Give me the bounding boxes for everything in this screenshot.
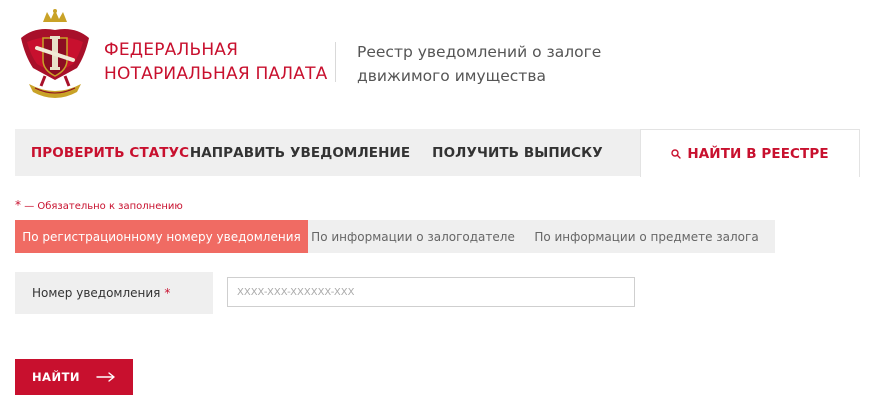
required-fields-note: * — Обязательно к заполнению: [15, 198, 183, 212]
search-mode-tabs: По регистрационному номеру уведомления П…: [15, 220, 775, 253]
subtab-by-pledgor[interactable]: По информации о залогодателе: [308, 220, 518, 253]
registry-title-line2: движимого имущества: [357, 67, 546, 85]
registry-title: Реестр уведомлений о залоге движимого им…: [357, 40, 601, 88]
notification-number-input[interactable]: [227, 277, 635, 307]
registry-title-line1: Реестр уведомлений о залоге: [357, 43, 602, 61]
org-name-line2: НОТАРИАЛЬНАЯ ПАЛАТА: [104, 64, 328, 84]
org-name-line1: ФЕДЕРАЛЬНАЯ: [104, 40, 239, 60]
main-tabs: ПРОВЕРИТЬ СТАТУС НАПРАВИТЬ УВЕДОМЛЕНИЕ П…: [15, 129, 860, 177]
required-star: *: [15, 198, 21, 212]
find-button[interactable]: НАЙТИ: [15, 359, 133, 395]
search-icon: [671, 148, 682, 159]
tab-send-notification[interactable]: НАПРАВИТЬ УВЕДОМЛЕНИЕ: [190, 129, 410, 176]
tab-find-in-registry-label: НАЙТИ В РЕЕСТРЕ: [687, 145, 829, 162]
header-divider: [335, 42, 336, 82]
subtab-by-pledge-subject[interactable]: По информации о предмете залога: [518, 220, 775, 253]
subtab-by-pledge-subject-label: По информации о предмете залога: [534, 229, 759, 244]
notification-number-label: Номер уведомления *: [15, 272, 213, 314]
organization-name[interactable]: ФЕДЕРАЛЬНАЯ НОТАРИАЛЬНАЯ ПАЛАТА: [104, 38, 328, 86]
tab-send-notification-label: НАПРАВИТЬ УВЕДОМЛЕНИЕ: [189, 144, 411, 161]
tab-check-status-label: ПРОВЕРИТЬ СТАТУС: [30, 144, 190, 161]
tab-check-status[interactable]: ПРОВЕРИТЬ СТАТУС: [15, 129, 205, 176]
notification-number-label-text: Номер уведомления: [32, 286, 161, 300]
tab-find-in-registry[interactable]: НАЙТИ В РЕЕСТРЕ: [640, 129, 860, 177]
subtab-by-registration-number[interactable]: По регистрационному номеру уведомления: [15, 220, 308, 253]
arrow-right-icon: [96, 372, 116, 382]
notary-chamber-logo[interactable]: [15, 8, 95, 104]
site-header: ФЕДЕРАЛЬНАЯ НОТАРИАЛЬНАЯ ПАЛАТА Реестр у…: [0, 0, 870, 120]
subtab-by-pledgor-label: По информации о залогодателе: [311, 229, 515, 244]
tab-get-extract[interactable]: ПОЛУЧИТЬ ВЫПИСКУ: [395, 129, 640, 176]
find-button-label: НАЙТИ: [31, 370, 81, 384]
notification-number-required-star: *: [164, 286, 171, 300]
tab-get-extract-label: ПОЛУЧИТЬ ВЫПИСКУ: [432, 144, 603, 161]
required-note-text: — Обязательно к заполнению: [24, 201, 183, 212]
subtab-by-registration-number-label: По регистрационному номеру уведомления: [22, 229, 301, 244]
